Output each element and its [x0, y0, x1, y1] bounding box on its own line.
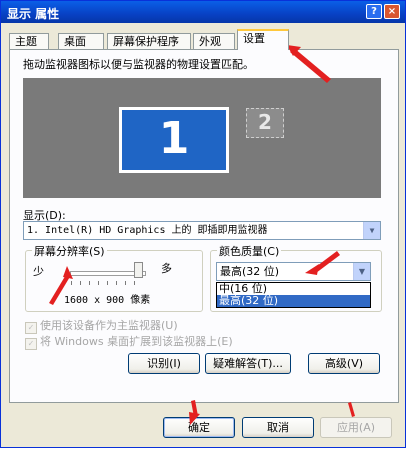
annotation-arrowhead-ok [189, 412, 200, 425]
annotation-arrow-tab [290, 48, 331, 83]
tab-settings[interactable]: 设置 [237, 29, 289, 50]
annotation-arrowhead-color [305, 264, 319, 275]
annotation-arrows [49, 45, 355, 425]
annotation-arrowhead-resolution [63, 266, 73, 279]
display-properties-window: 显示 属性 ? × 主题 桌面 屏幕保护程序 外观 设置 拖动监视器图标以便与监… [0, 0, 406, 448]
annotation-arrow-apply [348, 402, 355, 417]
